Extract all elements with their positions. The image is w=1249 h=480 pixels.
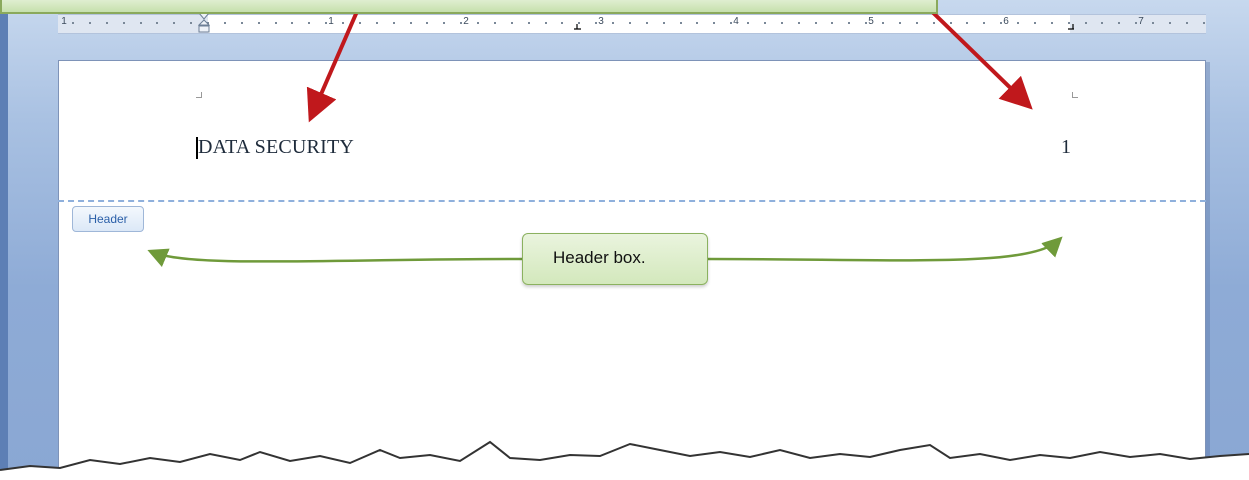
torn-paper-edge [0,440,1249,480]
header-box-callout: Header box. [522,233,708,285]
word-document-window: 1 1 2 3 4 5 6 7 DATA SECURITY 1 Header H… [0,0,1249,480]
callout-box-top-edge [0,0,938,14]
red-arrow-to-page-number-icon [918,0,1033,110]
red-arrow-to-title-icon [306,0,364,123]
green-arrow-right-icon [707,236,1063,262]
green-arrow-left-icon [147,248,523,268]
